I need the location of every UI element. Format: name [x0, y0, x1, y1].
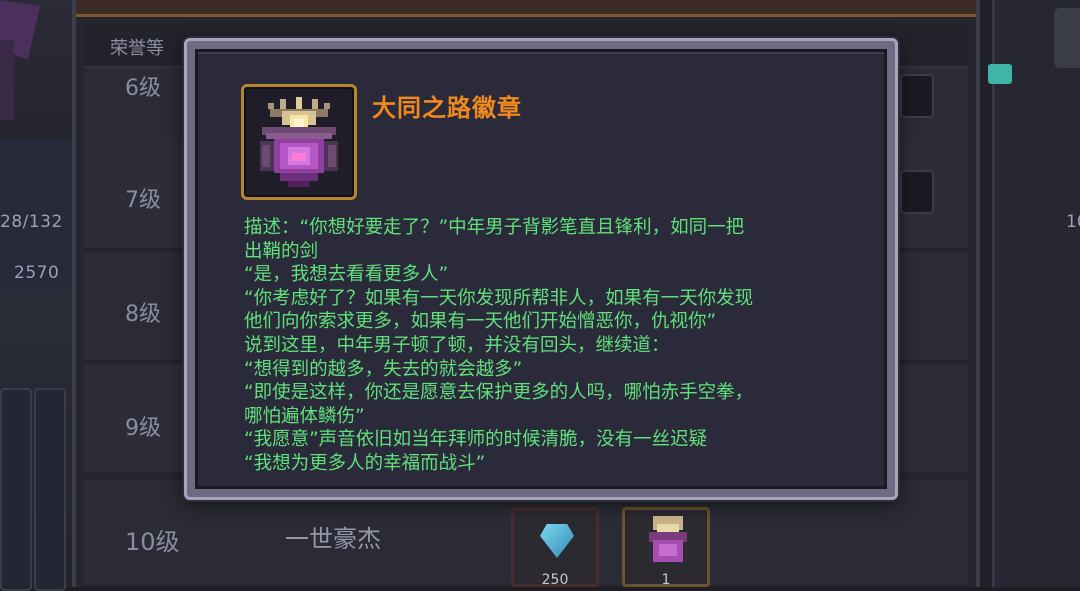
- progress-value: 28/132: [0, 212, 63, 232]
- description-line: 描述：“你想好要走了？”中年男子背影笔直且锋利，如同一把: [244, 217, 745, 238]
- row-button[interactable]: [900, 170, 934, 214]
- description-line: “是，我想去看看更多人”: [244, 264, 449, 286]
- level-label: 7级: [125, 188, 161, 213]
- item-icon-frame: [241, 84, 357, 200]
- honor-title: 一世豪杰: [285, 525, 381, 553]
- reward-count: 1: [661, 572, 671, 588]
- description-line: 出鞘的剑: [244, 240, 319, 262]
- description-line: “想得到的越多，失去的就会越多”: [244, 358, 523, 380]
- item-detail-popup[interactable]: 大同之路徽章 描述：“你想好要走了？”中年男子背影笔直且锋利，如同一把 出鞘的剑…: [184, 38, 898, 500]
- left-card[interactable]: [34, 388, 66, 591]
- popup-content: 大同之路徽章 描述：“你想好要走了？”中年男子背影笔直且锋利，如同一把 出鞘的剑…: [195, 49, 887, 489]
- top-bar: [76, 0, 976, 17]
- description-line: 哪怕遍体鳞伤”: [244, 405, 365, 427]
- helmet-badge-icon: [649, 516, 687, 562]
- description-line: 说到这里，中年男子顿了顿，并没有回头，继续道：: [244, 334, 670, 356]
- left-side-panel: [0, 0, 72, 591]
- left-card[interactable]: [0, 388, 32, 591]
- description-line: 他们向你索求更多，如果有一天他们开始憎恶你，仇视你”: [244, 311, 717, 333]
- description-line: “即使是这样，你还是愿意去保护更多的人吗，哪怕赤手空拳，: [244, 382, 754, 404]
- right-value: 10: [1066, 212, 1080, 232]
- teal-indicator: [988, 64, 1012, 84]
- item-name: 大同之路徽章: [372, 94, 522, 122]
- row-button[interactable]: [900, 74, 934, 118]
- level-label: 6级: [125, 76, 161, 101]
- right-side-panel: [992, 0, 1080, 587]
- list-header-label: 荣誉等: [110, 38, 164, 59]
- level-label: 9级: [125, 416, 161, 441]
- reward-count: 250: [541, 572, 569, 588]
- reward-slot[interactable]: 1: [622, 507, 710, 588]
- description-line: “我愿意”声音依旧如当年拜师的时候清脆，没有一丝迟疑: [244, 429, 708, 451]
- purple-helmet-badge-icon: [260, 97, 338, 187]
- right-tab[interactable]: [1054, 8, 1080, 68]
- item-description: 描述：“你想好要走了？”中年男子背影笔直且锋利，如同一把 出鞘的剑 “是，我想去…: [244, 216, 864, 476]
- score-value: 2570: [14, 263, 60, 283]
- level-label: 10级: [125, 528, 180, 556]
- diamond-icon: [540, 524, 574, 558]
- description-line: “你考虑好了？如果有一天你发现所帮非人，如果有一天你发现: [244, 287, 754, 309]
- description-line: “我想为更多人的幸福而战斗”: [244, 452, 486, 474]
- reward-slot[interactable]: 250: [511, 507, 599, 588]
- level-label: 8级: [125, 302, 161, 327]
